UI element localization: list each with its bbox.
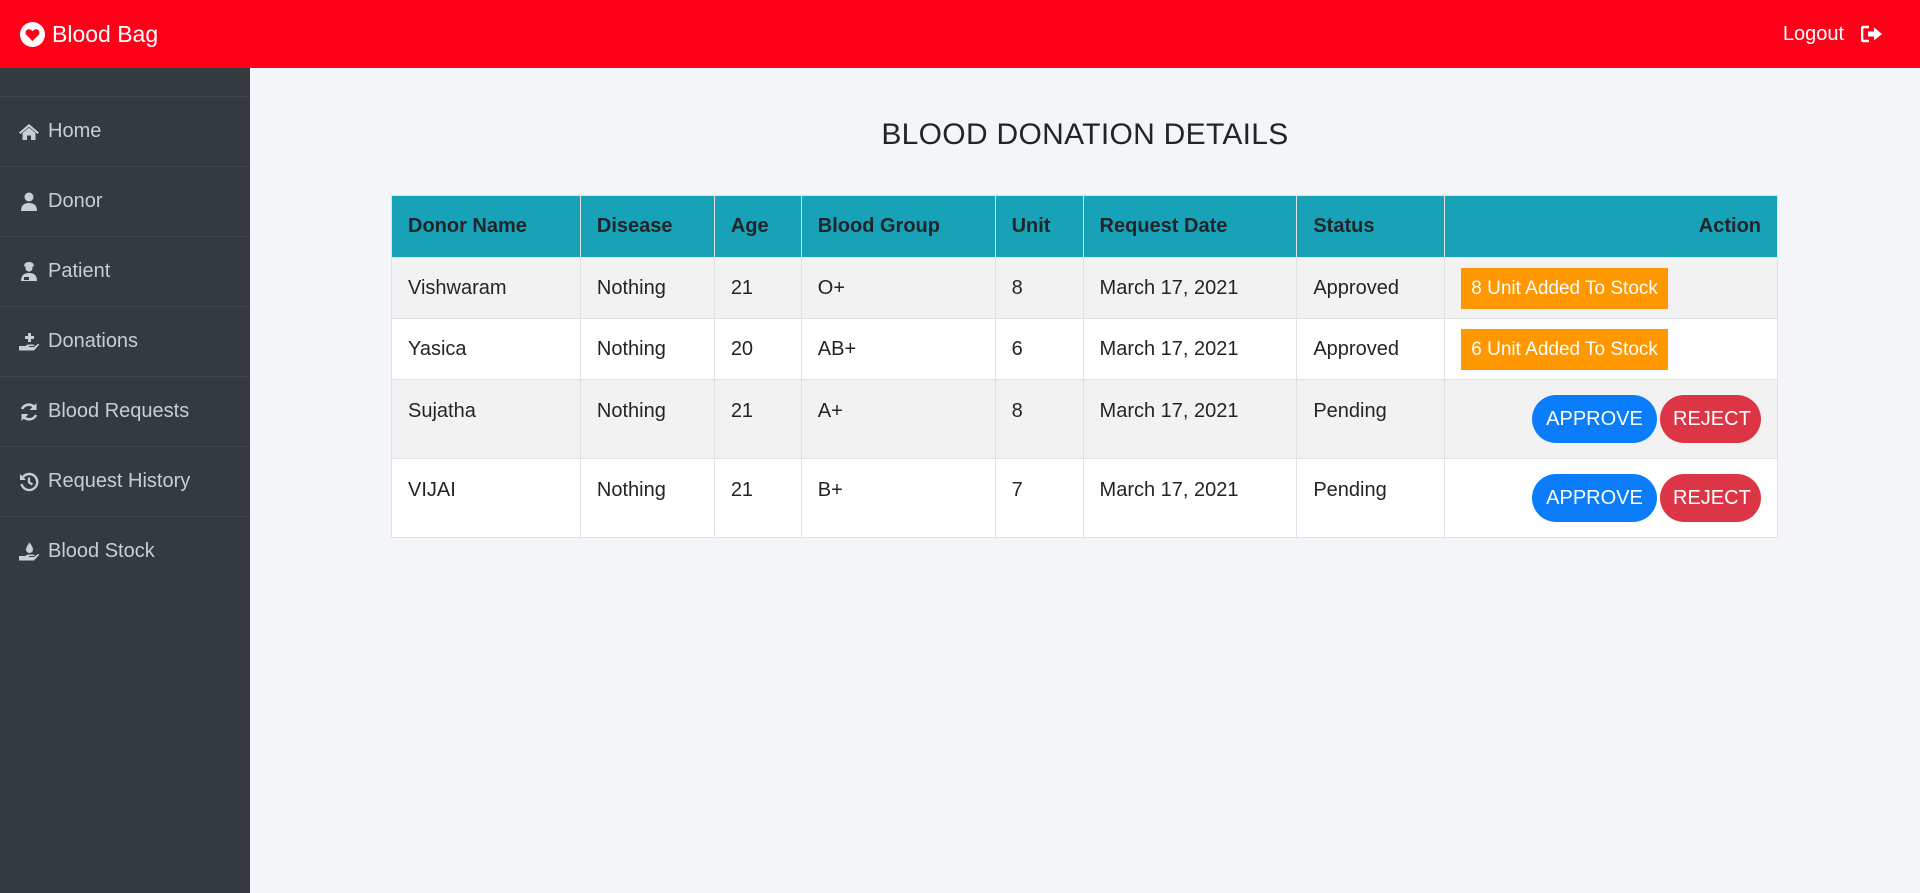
- status-cell: Pending: [1296, 458, 1446, 538]
- sidebar-item-blood-requests[interactable]: Blood Requests: [0, 376, 250, 446]
- request-date-cell: March 17, 2021: [1082, 257, 1298, 319]
- main-content: BLOOD DONATION DETAILS Donor Name Diseas…: [250, 68, 1920, 893]
- unit-cell: 8: [994, 257, 1084, 319]
- action-cell: 8 Unit Added To Stock: [1444, 257, 1778, 319]
- sidebar-item-request-history[interactable]: Request History: [0, 446, 250, 516]
- blood-group-cell: AB+: [800, 318, 996, 380]
- sidebar-item-label: Blood Stock: [48, 540, 155, 562]
- status-cell: Pending: [1296, 379, 1446, 459]
- sidebar-item-label: Patient: [48, 260, 111, 282]
- sidebar-item-label: Donations: [48, 330, 139, 352]
- request-date-cell: March 17, 2021: [1082, 458, 1298, 538]
- stock-added-badge: 6 Unit Added To Stock: [1461, 328, 1668, 370]
- table-row: Vishwaram Nothing 21 O+ 8 March 17, 2021…: [391, 257, 1778, 319]
- sidebar-item-donor[interactable]: Donor: [0, 166, 250, 236]
- approve-button[interactable]: APPROVE: [1532, 474, 1657, 522]
- page-title: BLOOD DONATION DETAILS: [881, 118, 1289, 151]
- unit-cell: 7: [994, 458, 1084, 538]
- blood-group-cell: B+: [800, 458, 996, 538]
- sidebar-item-label: Blood Requests: [48, 400, 190, 422]
- sidebar-item-label: Request History: [48, 470, 191, 492]
- age-cell: 21: [713, 257, 802, 319]
- hand-holding-medical-icon: [18, 331, 40, 353]
- disease-cell: Nothing: [579, 458, 715, 538]
- sidebar-item-label: Home: [48, 120, 102, 142]
- blood-group-cell: A+: [800, 379, 996, 459]
- brand[interactable]: Blood Bag: [20, 21, 158, 48]
- top-navbar: Blood Bag Logout: [0, 0, 1920, 68]
- column-header: Action: [1444, 195, 1778, 258]
- disease-cell: Nothing: [579, 318, 715, 380]
- approve-button[interactable]: APPROVE: [1532, 395, 1657, 443]
- hand-holding-water-icon: [18, 541, 40, 563]
- status-cell: Approved: [1296, 318, 1446, 380]
- column-header: Disease: [579, 195, 715, 258]
- unit-cell: 6: [994, 318, 1084, 380]
- reject-button[interactable]: REJECT: [1660, 395, 1761, 443]
- user-icon: [18, 191, 40, 213]
- disease-cell: Nothing: [579, 257, 715, 319]
- sidebar-item-patient[interactable]: Patient: [0, 236, 250, 306]
- age-cell: 21: [713, 458, 802, 538]
- brand-name: Blood Bag: [52, 20, 159, 47]
- action-cell: 6 Unit Added To Stock: [1444, 318, 1778, 380]
- sidebar-item-donations[interactable]: Donations: [0, 306, 250, 376]
- history-icon: [18, 471, 40, 493]
- column-header: Blood Group: [800, 195, 996, 258]
- logout-label: Logout: [1782, 22, 1844, 45]
- column-header: Age: [713, 195, 802, 258]
- logout-link[interactable]: Logout: [1783, 23, 1883, 46]
- disease-cell: Nothing: [579, 379, 715, 459]
- donor-name-cell: VIJAI: [391, 458, 581, 538]
- table-header-row: Donor Name Disease Age Blood Group Unit …: [391, 195, 1778, 258]
- donor-name-cell: Sujatha: [391, 379, 581, 459]
- status-cell: Approved: [1296, 257, 1446, 319]
- table-row: Sujatha Nothing 21 A+ 8 March 17, 2021 P…: [391, 379, 1778, 459]
- stock-added-badge: 8 Unit Added To Stock: [1461, 267, 1668, 309]
- request-date-cell: March 17, 2021: [1082, 379, 1298, 459]
- table-row: VIJAI Nothing 21 B+ 7 March 17, 2021 Pen…: [391, 458, 1778, 538]
- donations-table: Donor Name Disease Age Blood Group Unit …: [391, 195, 1778, 538]
- donor-name-cell: Yasica: [391, 318, 581, 380]
- column-header: Donor Name: [391, 195, 581, 258]
- column-header: Request Date: [1082, 195, 1298, 258]
- user-injured-icon: [18, 261, 40, 283]
- donor-name-cell: Vishwaram: [391, 257, 581, 319]
- action-cell: APPROVE REJECT: [1444, 379, 1778, 459]
- age-cell: 20: [713, 318, 802, 380]
- request-date-cell: March 17, 2021: [1082, 318, 1298, 380]
- reject-button[interactable]: REJECT: [1660, 474, 1761, 522]
- sidebar-item-label: Donor: [48, 190, 103, 212]
- sidebar-item-home[interactable]: Home: [0, 96, 250, 166]
- column-header: Unit: [994, 195, 1084, 258]
- sidebar: Home Donor Patient Donations Blood Reque…: [0, 68, 250, 893]
- sync-icon: [18, 401, 40, 423]
- table-row: Yasica Nothing 20 AB+ 6 March 17, 2021 A…: [391, 318, 1778, 380]
- column-header: Status: [1296, 195, 1446, 258]
- unit-cell: 8: [994, 379, 1084, 459]
- home-icon: [18, 121, 40, 143]
- age-cell: 21: [713, 379, 802, 459]
- sign-out-icon: [1861, 25, 1882, 43]
- action-cell: APPROVE REJECT: [1444, 458, 1778, 538]
- heart-icon: [20, 21, 45, 47]
- blood-group-cell: O+: [800, 257, 996, 319]
- sidebar-item-blood-stock[interactable]: Blood Stock: [0, 516, 250, 586]
